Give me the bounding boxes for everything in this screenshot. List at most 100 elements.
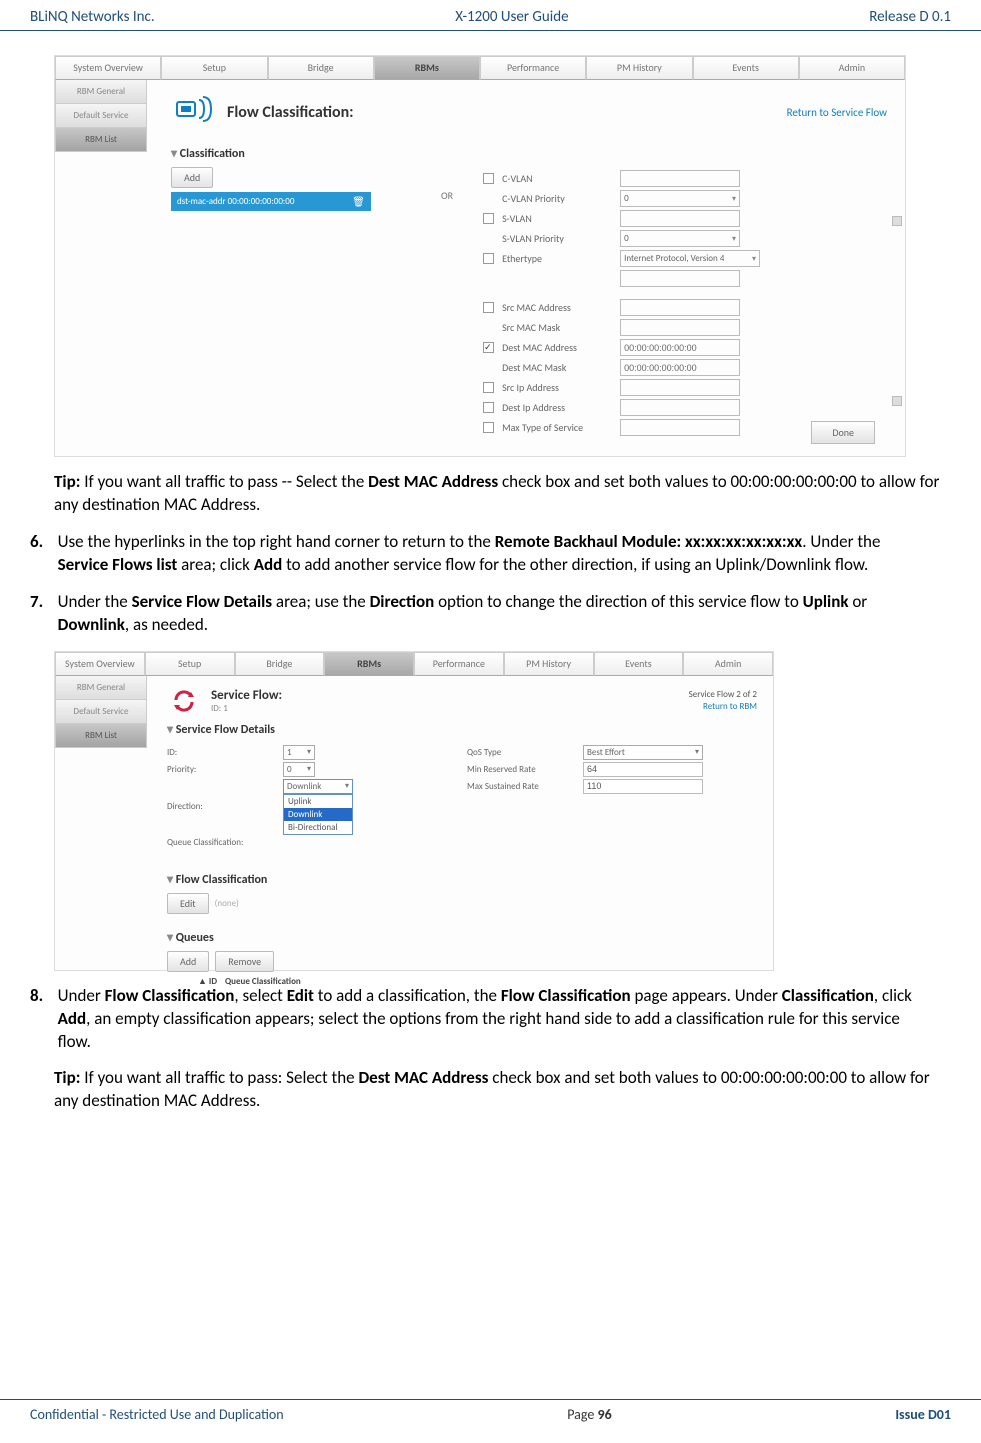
ethertype-checkbox[interactable] — [483, 253, 494, 264]
ethertype-label: Ethertype — [502, 252, 612, 265]
min-reserved-input[interactable] — [583, 762, 703, 777]
header-center: X-1200 User Guide — [455, 8, 568, 26]
scroll-up-icon[interactable] — [892, 216, 902, 226]
maxtos-checkbox[interactable] — [483, 422, 494, 433]
srcmask-input[interactable] — [620, 319, 740, 336]
srcmac-input[interactable] — [620, 299, 740, 316]
direction-dropdown[interactable]: Uplink Downlink Bi-Directional — [283, 794, 353, 835]
flow-icon — [171, 90, 215, 134]
svlan-priority-select[interactable]: 0 — [620, 230, 740, 247]
or-label: OR — [441, 167, 453, 439]
header-right: Release D 0.1 — [869, 8, 951, 26]
tab-bridge-2[interactable]: Bridge — [235, 652, 325, 676]
queue-remove-button[interactable]: Remove — [215, 951, 274, 972]
section-sf-details: Service Flow Details — [167, 722, 757, 737]
srcmac-label: Src MAC Address — [502, 301, 612, 314]
svlan-checkbox[interactable] — [483, 213, 494, 224]
tab-performance-2[interactable]: Performance — [414, 652, 504, 676]
dstip-input[interactable] — [620, 399, 740, 416]
tab-rbms-2[interactable]: RBMs — [324, 652, 414, 676]
dstmac-checkbox[interactable] — [483, 342, 494, 353]
delete-rule-icon[interactable]: 🗑 — [352, 195, 365, 208]
page-footer: Confidential - Restricted Use and Duplic… — [0, 1399, 981, 1423]
maxtos-label: Max Type of Service — [502, 421, 612, 434]
tab-rbms[interactable]: RBMs — [374, 56, 480, 80]
qos-select[interactable]: Best Effort — [583, 745, 703, 760]
tab-system-overview-2[interactable]: System Overview — [55, 652, 145, 676]
tab-bridge[interactable]: Bridge — [268, 56, 374, 80]
direction-option-downlink[interactable]: Downlink — [284, 808, 352, 821]
srcmask-label: Src MAC Mask — [502, 321, 612, 334]
svlan-priority-label: S-VLAN Priority — [502, 232, 612, 245]
sidebar-rbm-list[interactable]: RBM List — [55, 128, 147, 152]
sidebar-rbm-general[interactable]: RBM General — [55, 80, 147, 104]
tip-1: Tip: If you want all traffic to pass -- … — [54, 471, 951, 517]
sidebar-rbm-list-2[interactable]: RBM List — [55, 724, 147, 748]
sidebar-default-service-2[interactable]: Default Service — [55, 700, 147, 724]
cvlan-priority-select[interactable]: 0 — [620, 190, 740, 207]
sidebar-rbm-general-2[interactable]: RBM General — [55, 676, 147, 700]
tab-pm-history[interactable]: PM History — [586, 56, 692, 80]
scroll-down-icon[interactable] — [892, 396, 902, 406]
direction-option-bidir[interactable]: Bi-Directional — [284, 821, 352, 834]
done-button[interactable]: Done — [811, 421, 875, 444]
dstip-checkbox[interactable] — [483, 402, 494, 413]
queue-add-button[interactable]: Add — [167, 951, 209, 972]
ethertype-select[interactable]: Internet Protocol, Version 4 — [620, 250, 760, 267]
footer-left: Confidential - Restricted Use and Duplic… — [30, 1406, 284, 1423]
tab-admin[interactable]: Admin — [799, 56, 905, 80]
page-header: BLiNQ Networks Inc. X-1200 User Guide Re… — [0, 0, 981, 31]
add-button[interactable]: Add — [171, 167, 213, 188]
max-sustained-input[interactable] — [583, 779, 703, 794]
ethertype-extra-input[interactable] — [620, 270, 740, 287]
cvlan-priority-label: C-VLAN Priority — [502, 192, 612, 205]
dstmask-label: Dest MAC Mask — [502, 361, 612, 374]
svlan-input[interactable] — [620, 210, 740, 227]
tab-pm-history-2[interactable]: PM History — [504, 652, 594, 676]
srcip-label: Src Ip Address — [502, 381, 612, 394]
srcip-input[interactable] — [620, 379, 740, 396]
tab-performance[interactable]: Performance — [480, 56, 586, 80]
tab-setup[interactable]: Setup — [161, 56, 267, 80]
priority-select[interactable]: 0 — [283, 762, 315, 777]
return-link[interactable]: Return to Service Flow — [787, 106, 887, 119]
service-flow-title: Service Flow: — [211, 688, 282, 703]
queue-header: Queue Classification — [225, 976, 301, 987]
tab-events[interactable]: Events — [693, 56, 799, 80]
srcip-checkbox[interactable] — [483, 382, 494, 393]
direction-option-uplink[interactable]: Uplink — [284, 795, 352, 808]
step-7: 7. Under the Service Flow Details area; … — [30, 591, 951, 637]
tab-events-2[interactable]: Events — [594, 652, 684, 676]
header-left: BLiNQ Networks Inc. — [30, 8, 155, 26]
rule-text: dst-mac-addr 00:00:00:00:00:00 — [177, 196, 294, 207]
selected-rule[interactable]: dst-mac-addr 00:00:00:00:00:00 🗑 — [171, 192, 371, 211]
dstip-label: Dest Ip Address — [502, 401, 612, 414]
srcmac-checkbox[interactable] — [483, 302, 494, 313]
page-title: Flow Classification: — [227, 103, 354, 122]
sidebar-default-service[interactable]: Default Service — [55, 104, 147, 128]
tab-system-overview[interactable]: System Overview — [55, 56, 161, 80]
step-8: 8. Under Flow Classification, select Edi… — [30, 985, 951, 1054]
id-select[interactable]: 1 — [283, 745, 315, 760]
cvlan-checkbox[interactable] — [483, 173, 494, 184]
tab-admin-2[interactable]: Admin — [683, 652, 773, 676]
screenshot-flow-classification: System Overview Setup Bridge RBMs Perfor… — [54, 55, 906, 457]
cvlan-input[interactable] — [620, 170, 740, 187]
return-to-rbm-link[interactable]: Return to RBM — [689, 701, 757, 713]
svlan-label: S-VLAN — [502, 212, 612, 225]
footer-issue: Issue D01 — [895, 1406, 951, 1423]
section-queues: Queues — [167, 930, 757, 945]
edit-button[interactable]: Edit — [167, 893, 209, 914]
direction-select[interactable]: Downlink — [283, 779, 353, 794]
dstmask-input[interactable] — [620, 359, 740, 376]
cvlan-label: C-VLAN — [502, 172, 612, 185]
dstmac-input[interactable] — [620, 339, 740, 356]
tab-setup-2[interactable]: Setup — [145, 652, 235, 676]
section-classification: Classification — [171, 146, 887, 161]
dstmac-label: Dest MAC Address — [502, 341, 612, 354]
sidebar: RBM General Default Service RBM List — [55, 80, 147, 152]
refresh-icon — [167, 684, 201, 718]
none-label: (none) — [215, 898, 239, 909]
scrollbar[interactable] — [892, 216, 902, 406]
maxtos-input[interactable] — [620, 419, 740, 436]
